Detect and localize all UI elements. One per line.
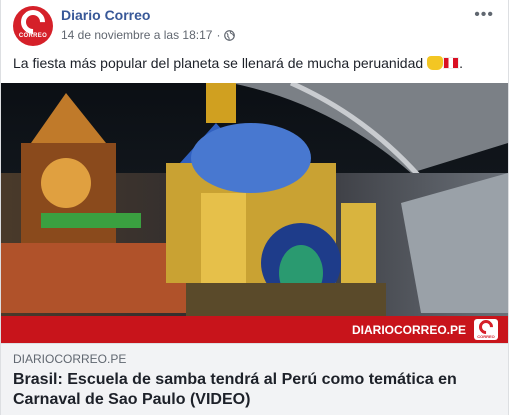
- peru-flag-emoji-icon: [443, 57, 460, 69]
- post-meta: 14 de noviembre a las 18:17 ·: [61, 28, 236, 42]
- link-headline[interactable]: Brasil: Escuela de samba tendrá al Perú …: [13, 370, 493, 410]
- globe-icon[interactable]: [224, 29, 236, 41]
- raised-hands-emoji-icon: [427, 56, 444, 70]
- avatar-logo-word: CORREO: [18, 33, 48, 39]
- avatar[interactable]: CORREO: [13, 6, 53, 46]
- image-brand-banner: DIARIOCORREO.PE CORREO: [1, 316, 508, 343]
- page-name-link[interactable]: Diario Correo: [61, 7, 150, 23]
- banner-domain-text: DIARIOCORREO.PE: [351, 323, 466, 337]
- carnival-float-photo: [1, 83, 508, 343]
- post-image[interactable]: [1, 83, 508, 343]
- link-preview[interactable]: DIARIOCORREO.PE Brasil: Escuela de samba…: [1, 343, 508, 415]
- facebook-post: CORREO Diario Correo 14 de noviembre a l…: [0, 0, 509, 415]
- post-header: CORREO Diario Correo 14 de noviembre a l…: [13, 6, 498, 46]
- post-text-body: La fiesta más popular del planeta se lle…: [13, 55, 424, 71]
- banner-logo: CORREO: [474, 317, 498, 340]
- meta-separator: ·: [216, 28, 221, 42]
- timestamp-link[interactable]: 14 de noviembre a las 18:17: [61, 28, 212, 42]
- banner-logo-word: CORREO: [477, 334, 495, 339]
- post-text: La fiesta más popular del planeta se lle…: [13, 54, 498, 72]
- post-text-end: .: [459, 55, 463, 71]
- link-domain: DIARIOCORREO.PE: [13, 352, 127, 366]
- more-options-button[interactable]: •••: [474, 6, 494, 24]
